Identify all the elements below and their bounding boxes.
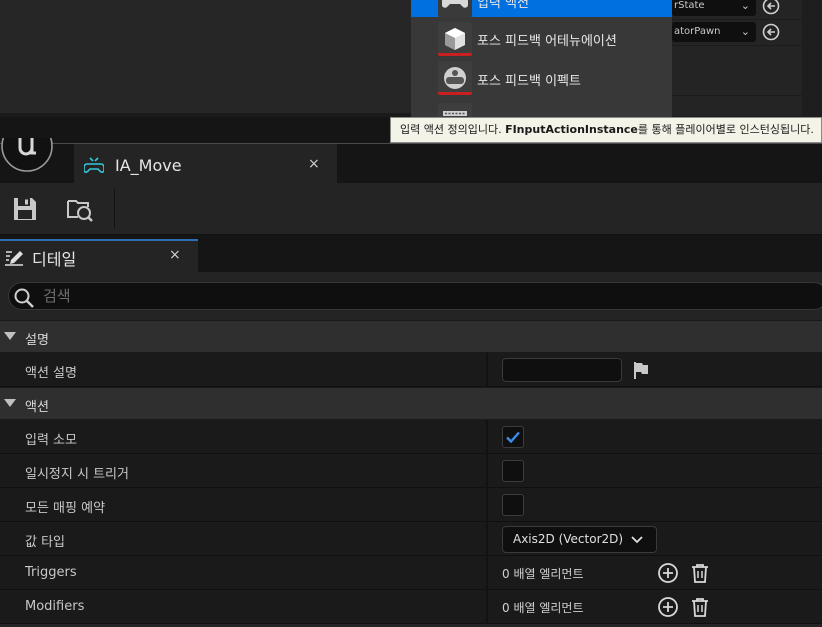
toolbar-separator (114, 189, 115, 229)
value-type-dropdown[interactable]: Axis2D (Vector2D) (502, 526, 657, 553)
background-scrollbar-area (802, 0, 822, 117)
column-divider[interactable] (486, 522, 488, 556)
property-row-modifiers: Modifiers 0 배열 엘리먼트 (0, 590, 822, 624)
search-icon (14, 288, 34, 308)
player-state-combo[interactable]: rState ⌄ (672, 0, 756, 16)
tab-details[interactable]: 디테일 × (0, 239, 198, 272)
panel-tab-bar: 디테일 × (0, 236, 822, 272)
trash-icon[interactable] (689, 562, 711, 584)
property-row-reserve-all-mappings: 모든 매핑 예약 (0, 488, 822, 522)
asset-toolbar (0, 183, 822, 235)
background-row (672, 96, 802, 117)
unreal-logo-icon[interactable] (0, 138, 54, 172)
menu-item-tooltip: 입력 액션 정의입니다. FInputActionInstance를 통해 플레… (390, 117, 822, 143)
property-name: 입력 소모 (25, 433, 77, 448)
column-divider[interactable] (486, 590, 488, 624)
trigger-when-paused-checkbox[interactable] (502, 460, 524, 482)
trash-icon[interactable] (689, 596, 711, 618)
column-divider[interactable] (486, 454, 488, 488)
browse-asset-icon[interactable] (66, 195, 94, 223)
background-row: atorPawn ⌄ (672, 20, 802, 46)
background-row (672, 46, 802, 96)
input-action-icon (438, 0, 472, 17)
add-element-icon[interactable] (657, 562, 679, 584)
menu-item-label: 입력 액션 (477, 0, 529, 11)
dropdown-value: Axis2D (Vector2D) (513, 532, 624, 546)
details-pencil-icon (5, 251, 23, 266)
property-name: 모든 매핑 예약 (25, 501, 106, 516)
add-element-icon[interactable] (657, 596, 679, 618)
property-row-action-description: 액션 설명 (0, 353, 822, 387)
asset-type-popup-menu: 입력 액션 포스 피드백 어테뉴에이션 포스 피드백 이펙트 (411, 0, 672, 117)
menu-item-icon (438, 103, 472, 117)
property-row-trigger-when-paused: 일시정지 시 트리거 (0, 454, 822, 488)
background-property-grid: rState ⌄ atorPawn ⌄ (672, 0, 802, 117)
pawn-combo[interactable]: atorPawn ⌄ (672, 22, 756, 42)
use-selected-icon[interactable] (762, 0, 780, 15)
force-feedback-attenuation-icon (438, 22, 472, 56)
column-divider[interactable] (486, 353, 488, 387)
details-panel: 설명 액션 설명 액션 입력 소모 일시정지 시 트리거 모든 매핑 예약 (0, 272, 822, 627)
localization-flag-icon[interactable] (631, 360, 651, 380)
details-tab-close-button[interactable]: × (169, 247, 181, 263)
menu-item-force-feedback-effect[interactable]: 포스 피드백 이펙트 (411, 58, 672, 98)
details-tab-label: 디테일 (32, 250, 77, 269)
force-feedback-effect-icon (438, 61, 472, 95)
array-element-count: 0 배열 엘리먼트 (502, 601, 584, 615)
document-tab-bar: IA_Move × (0, 138, 822, 184)
property-name: 액션 설명 (25, 366, 77, 381)
category-action[interactable]: 액션 (0, 387, 822, 420)
search-input[interactable] (43, 285, 743, 307)
column-divider[interactable] (486, 556, 488, 590)
expand-arrow-icon (4, 399, 16, 407)
column-divider[interactable] (486, 420, 488, 454)
tooltip-prefix: 입력 액션 정의입니다. (400, 123, 506, 136)
search-bar (0, 272, 822, 320)
tooltip-suffix: 를 통해 플레이어별로 인스턴싱됩니다. (637, 123, 814, 136)
column-divider[interactable] (486, 488, 488, 522)
checkmark-icon (506, 431, 520, 444)
property-row-value-type: 값 타입 Axis2D (Vector2D) (0, 522, 822, 556)
tab-close-button[interactable]: × (308, 156, 320, 172)
property-name: Modifiers (25, 599, 85, 614)
tab-ia-move[interactable]: IA_Move × (74, 144, 337, 184)
property-row-triggers: Triggers 0 배열 엘리먼트 (0, 556, 822, 590)
category-label: 액션 (25, 400, 49, 415)
chevron-down-icon (631, 536, 643, 544)
combo-value: rState (674, 0, 705, 11)
menu-item-force-feedback-attenuation[interactable]: 포스 피드백 어테뉴에이션 (411, 18, 672, 58)
input-action-tab-icon (84, 157, 104, 173)
menu-item-label: 포스 피드백 어테뉴에이션 (477, 34, 617, 49)
consume-input-checkbox[interactable] (502, 426, 524, 448)
array-element-count: 0 배열 엘리먼트 (502, 567, 584, 581)
search-box[interactable] (8, 282, 822, 310)
tab-title: IA_Move (115, 156, 182, 175)
background-row: rState ⌄ (672, 0, 802, 20)
use-selected-icon[interactable] (762, 23, 780, 41)
chevron-down-icon: ⌄ (740, 25, 750, 38)
expand-arrow-icon (4, 332, 16, 340)
category-label: 설명 (25, 333, 49, 348)
reserve-all-mappings-checkbox[interactable] (502, 494, 524, 516)
property-name: Triggers (25, 565, 77, 580)
menu-item-partial[interactable] (411, 98, 672, 117)
category-description[interactable]: 설명 (0, 320, 822, 353)
save-icon[interactable] (11, 195, 39, 223)
input-action-editor-window: IA_Move × 디테일 × 설명 액션 설명 (0, 138, 822, 627)
combo-value: atorPawn (674, 26, 721, 37)
action-description-input[interactable] (502, 358, 622, 382)
tooltip-bold: FInputActionInstance (505, 123, 638, 136)
property-name: 일시정지 시 트리거 (25, 467, 129, 482)
menu-item-input-action[interactable]: 입력 액션 (411, 0, 672, 17)
property-name: 값 타입 (25, 535, 66, 550)
property-row-consume-input: 입력 소모 (0, 420, 822, 454)
chevron-down-icon: ⌄ (740, 0, 750, 12)
menu-item-label: 포스 피드백 이펙트 (477, 74, 581, 89)
